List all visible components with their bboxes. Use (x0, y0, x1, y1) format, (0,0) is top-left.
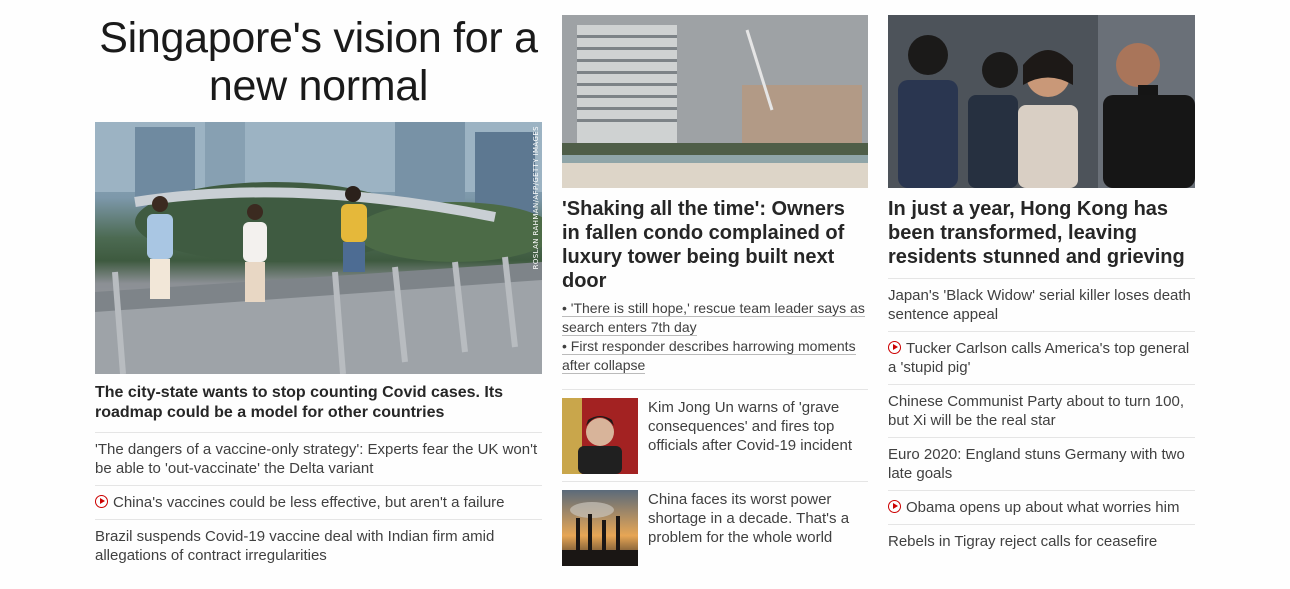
card-text: China faces its worst power shortage in … (648, 491, 850, 546)
play-video-icon (95, 495, 108, 508)
main-story-link[interactable]: The city-state wants to stop counting Co… (95, 383, 542, 423)
story-link[interactable]: Euro 2020: England stuns Germany with tw… (888, 446, 1185, 482)
list-item: China's vaccines could be less effective… (95, 485, 542, 519)
bullet-link-text: • First responder describes harrowing mo… (562, 338, 856, 374)
story-link[interactable]: China's vaccines could be less effective… (113, 494, 505, 511)
related-links: 'The dangers of a vaccine-only strategy'… (95, 432, 542, 572)
story-link[interactable]: Obama opens up about what worries him (906, 499, 1179, 516)
list-item: Japan's 'Black Widow' serial killer lose… (888, 278, 1195, 331)
hong-kong-image[interactable] (888, 15, 1195, 188)
photo-credit: ROSLAN RAHMAN/AFP/GETTY IMAGES (532, 126, 540, 270)
bullet-link-text: • 'There is still hope,' rescue team lea… (562, 300, 865, 336)
main-story-link[interactable]: 'Shaking all the time': Owners in fallen… (562, 197, 868, 293)
play-video-icon (888, 500, 901, 513)
list-item: Tucker Carlson calls America's top gener… (888, 331, 1195, 384)
section-headline[interactable]: Singapore's vision for a new normal (95, 14, 542, 110)
story-link[interactable]: Brazil suspends Covid-19 vaccine deal wi… (95, 528, 494, 564)
kim-thumbnail (562, 398, 638, 474)
list-item: 'The dangers of a vaccine-only strategy'… (95, 432, 542, 485)
story-link[interactable]: Rebels in Tigray reject calls for ceasef… (888, 533, 1157, 550)
column-singapore: Singapore's vision for a new normal ROSL… (95, 0, 542, 572)
main-story-link[interactable]: In just a year, Hong Kong has been trans… (888, 197, 1195, 269)
bullet-link[interactable]: • First responder describes harrowing mo… (562, 337, 868, 375)
column-hong-kong: In just a year, Hong Kong has been trans… (888, 0, 1195, 558)
list-item: Euro 2020: England stuns Germany with tw… (888, 437, 1195, 490)
list-item: Rebels in Tigray reject calls for ceasef… (888, 524, 1195, 558)
list-item: Obama opens up about what worries him (888, 490, 1195, 524)
story-link[interactable]: Chinese Communist Party about to turn 10… (888, 393, 1184, 429)
card-text: Kim Jong Un warns of 'grave consequences… (648, 399, 852, 454)
hong-kong-photo (888, 15, 1195, 188)
power-plant-thumbnail (562, 490, 638, 566)
story-link[interactable]: Japan's 'Black Widow' serial killer lose… (888, 287, 1191, 323)
condo-collapse-image[interactable] (562, 15, 868, 188)
bullet-link[interactable]: • 'There is still hope,' rescue team lea… (562, 299, 868, 337)
hero-photo (95, 122, 542, 374)
story-card-kim[interactable]: Kim Jong Un warns of 'grave consequences… (562, 389, 868, 474)
column-condo: 'Shaking all the time': Owners in fallen… (562, 0, 868, 566)
condo-photo (562, 15, 868, 188)
story-card-china-power[interactable]: China faces its worst power shortage in … (562, 481, 868, 566)
related-links: Japan's 'Black Widow' serial killer lose… (888, 278, 1195, 558)
story-link[interactable]: 'The dangers of a vaccine-only strategy'… (95, 441, 537, 477)
bullet-links: • 'There is still hope,' rescue team lea… (562, 299, 868, 375)
list-item: Brazil suspends Covid-19 vaccine deal wi… (95, 519, 542, 572)
list-item: Chinese Communist Party about to turn 10… (888, 384, 1195, 437)
hero-image-singapore[interactable]: ROSLAN RAHMAN/AFP/GETTY IMAGES (95, 122, 542, 374)
play-video-icon (888, 341, 901, 354)
story-link[interactable]: Tucker Carlson calls America's top gener… (888, 340, 1189, 376)
